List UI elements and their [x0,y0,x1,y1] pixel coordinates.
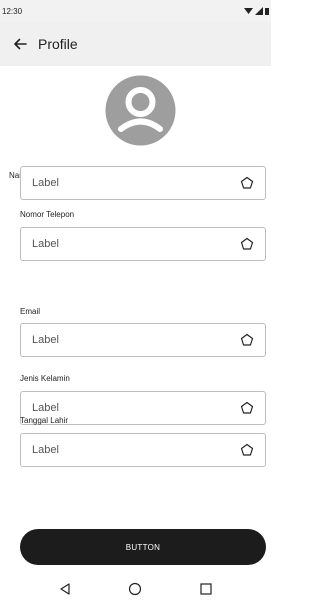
triangle-back-icon [60,583,70,595]
email-field[interactable]: Label [20,323,266,357]
pentagon-icon [239,400,255,416]
field-label-tanggal-lahir: Tanggal Lahir [20,416,69,425]
app-bar: Profile [0,22,271,66]
person-icon [105,75,176,146]
wifi-icon [244,8,253,14]
pentagon-icon [239,175,255,191]
nomor-telepon-value: Label [32,238,59,250]
nav-recents-button[interactable] [194,577,218,601]
nama-value: Label [32,177,59,189]
nav-home-button[interactable] [123,577,147,601]
signal-icon [255,7,263,15]
battery-icon [265,8,269,15]
email-value: Label [32,334,59,346]
avatar[interactable] [105,75,176,146]
arrow-left-icon [14,38,27,50]
status-icons [244,7,269,15]
system-nav-bar [0,572,271,606]
field-label-nomor-telepon: Nomor Telepon [20,210,75,219]
back-button[interactable] [10,34,30,54]
submit-button[interactable]: BUTTON [20,529,266,565]
nav-back-button[interactable] [53,577,77,601]
field-label-email: Email [20,307,41,316]
square-recents-icon [200,583,212,595]
pentagon-icon [239,442,255,458]
page-title: Profile [38,36,78,52]
status-time: 12:30 [2,6,23,16]
pentagon-icon [239,236,255,252]
pentagon-icon [239,332,255,348]
field-label-jenis-kelamin: Jenis Kelamin [20,374,70,383]
tanggal-lahir-field[interactable]: Label [20,433,266,467]
status-bar: 12:30 [0,0,271,22]
tanggal-lahir-value: Label [32,444,59,456]
nomor-telepon-field[interactable]: Label [20,227,266,261]
nama-field[interactable]: Label [20,166,266,200]
jenis-kelamin-value: Label [32,402,59,414]
circle-home-icon [129,582,142,596]
